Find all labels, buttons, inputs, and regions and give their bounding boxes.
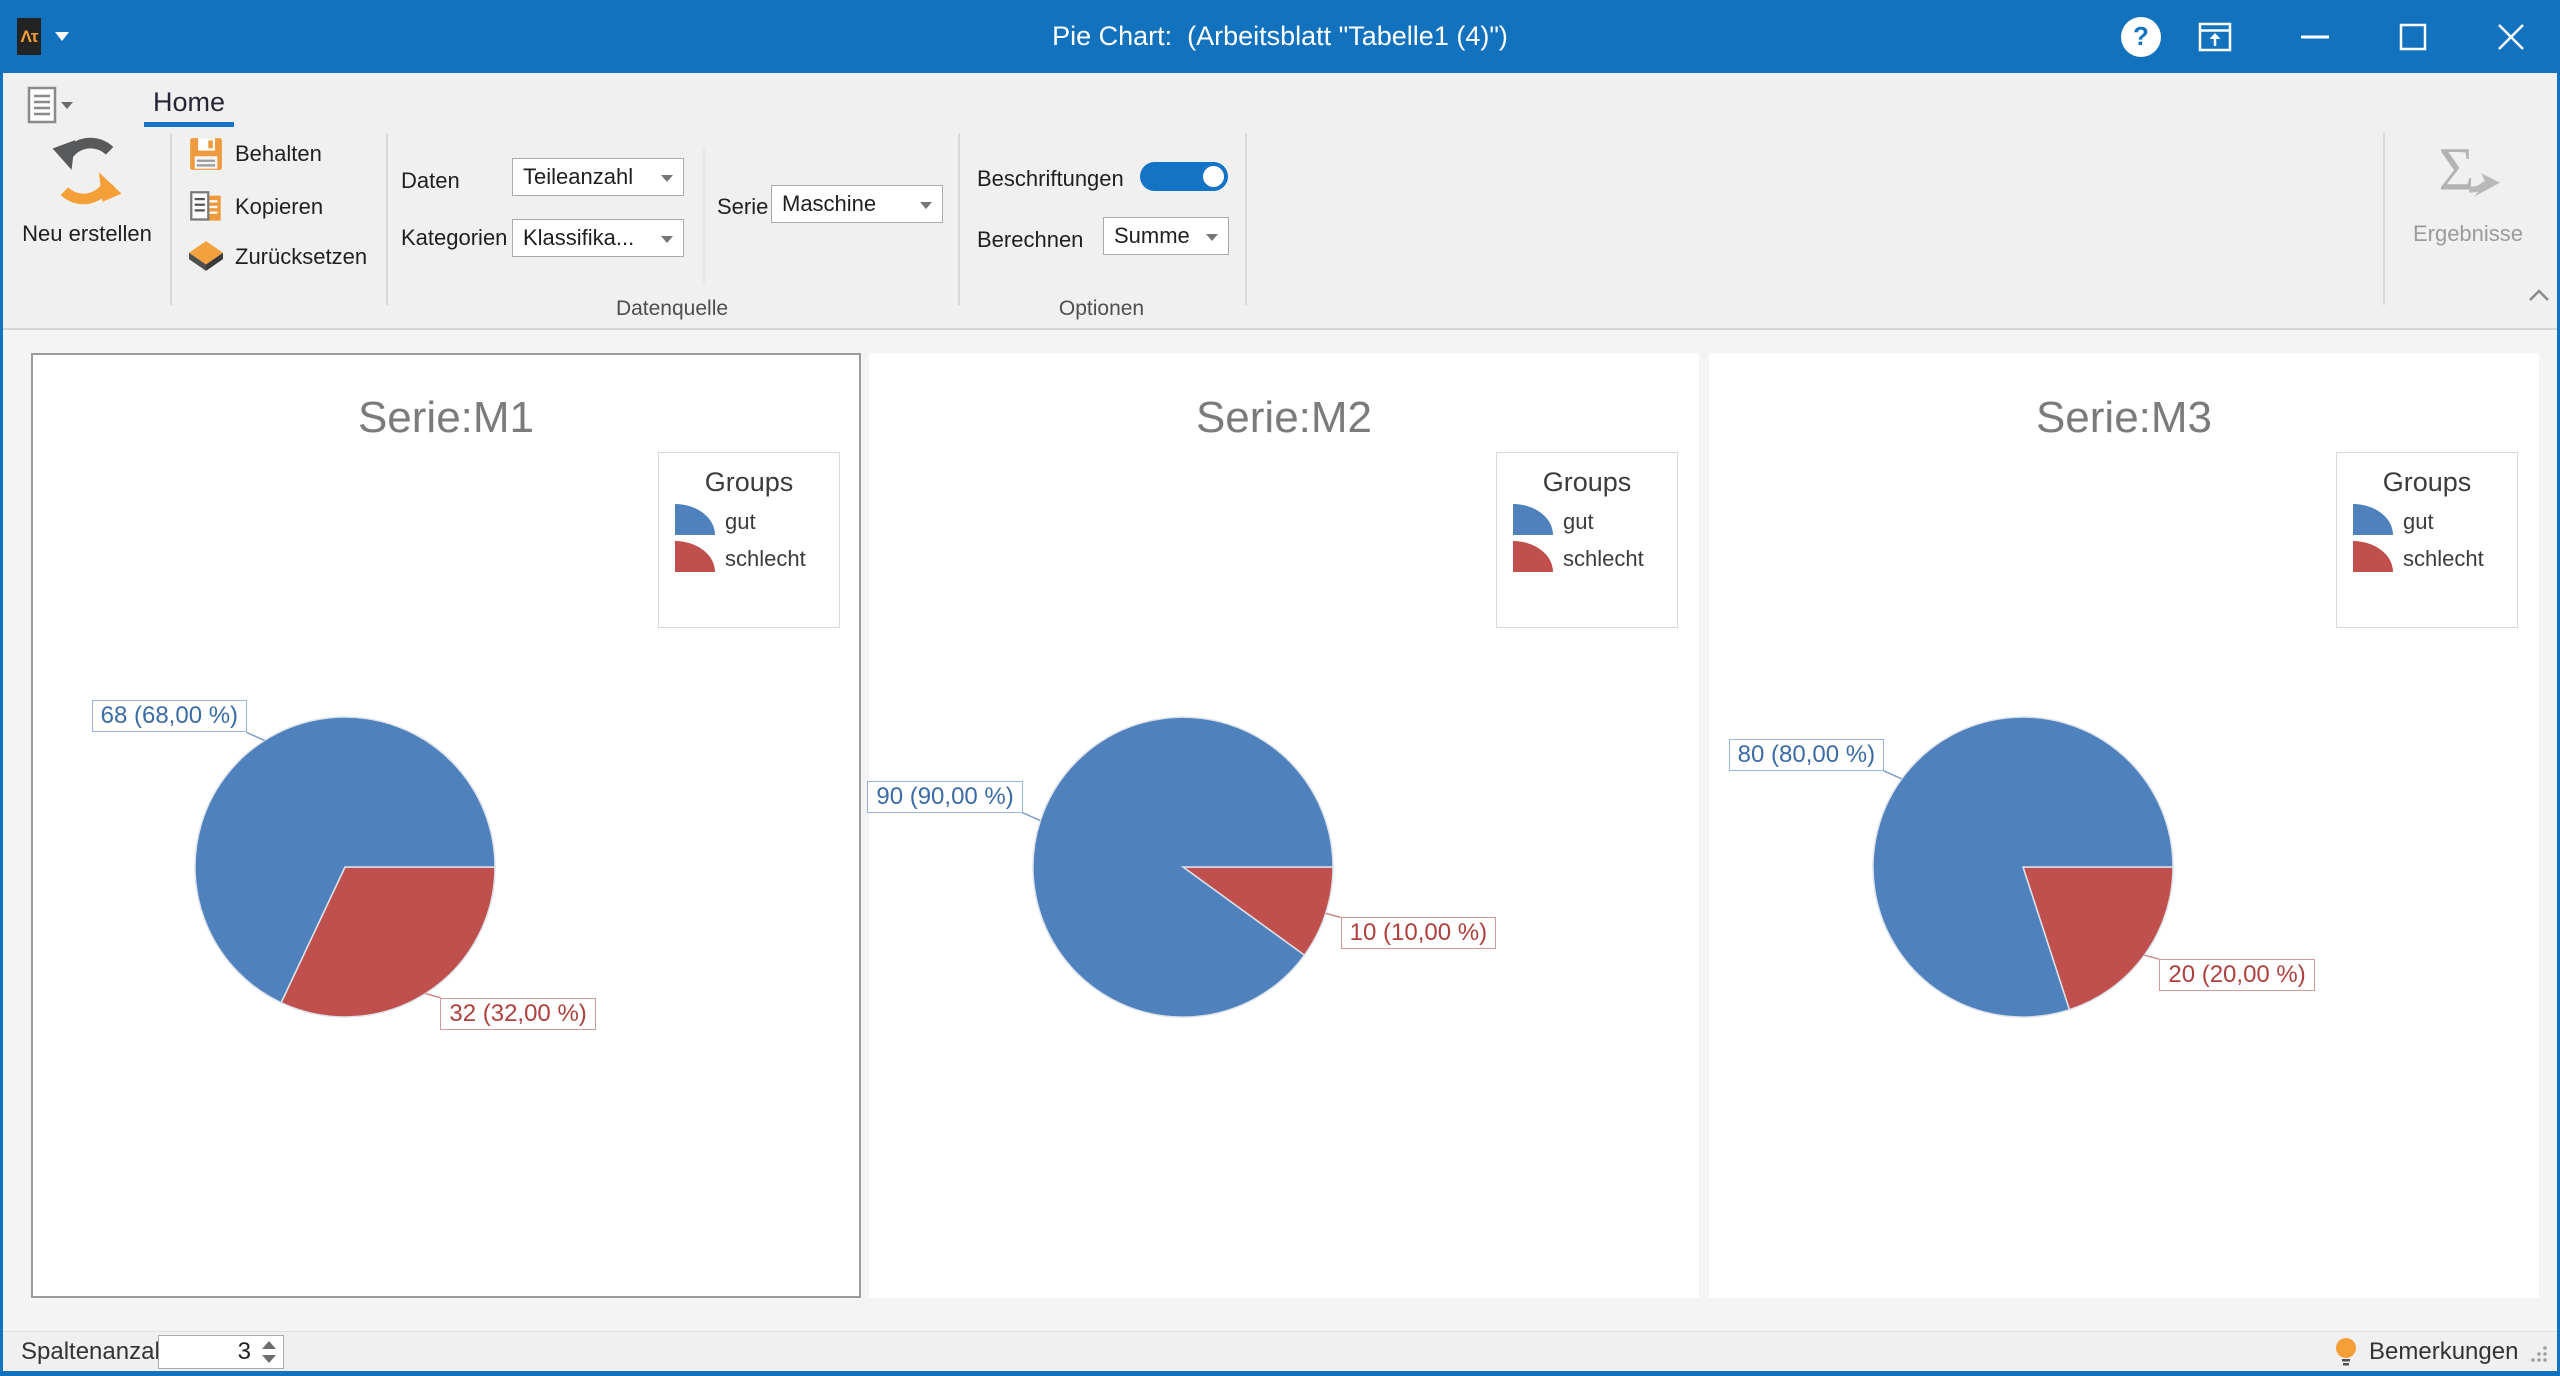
- ribbon-separator: [958, 133, 960, 305]
- lightbulb-icon: [2336, 1338, 2356, 1366]
- close-icon: [2498, 23, 2524, 50]
- collapse-ribbon-button[interactable]: [2527, 287, 2551, 308]
- group-optionen-label: Optionen: [1058, 297, 1145, 320]
- daten-value: Teileanzahl: [523, 164, 634, 189]
- save-icon: [190, 138, 222, 170]
- application-menu-button[interactable]: [27, 86, 77, 131]
- neu-erstellen-label: Neu erstellen: [22, 221, 152, 246]
- label-leader-line: [1021, 811, 1041, 822]
- copy-icon: [190, 191, 221, 221]
- bemerkungen-button[interactable]: [2333, 1337, 2359, 1371]
- berechnen-value: Summe: [1114, 223, 1190, 248]
- toggle-knob: [1203, 166, 1224, 187]
- label-leader-line: [1325, 912, 1341, 919]
- pie-value-label-schlecht: 10 (10,00 %): [1340, 917, 1497, 950]
- spinner-arrows: [259, 1338, 279, 1366]
- chart-panel-2[interactable]: Serie:M2 Groups gut schlecht 10 (10,00 %) 90 …: [867, 353, 1699, 1298]
- chart-panel-1[interactable]: Serie:M1 Groups gut schlecht 32 (32,00 %) 68 …: [31, 353, 861, 1298]
- minimize-button[interactable]: [2300, 0, 2330, 73]
- kategorien-value: Klassifika...: [523, 225, 635, 250]
- ergebnisse-label: Ergebnisse: [2412, 221, 2524, 246]
- bemerkungen-label[interactable]: Bemerkungen: [2369, 1338, 2518, 1366]
- window-title: Pie Chart: (Arbeitsblatt "Tabelle1 (4)"): [1052, 21, 1508, 51]
- pie-value-label-schlecht: 32 (32,00 %): [440, 997, 596, 1030]
- group-datenquelle-label: Datenquelle: [615, 297, 729, 320]
- beschriftungen-label: Beschriftungen: [977, 166, 1124, 191]
- serie-label: Serie: [717, 194, 769, 219]
- serie-dropdown[interactable]: Maschine: [771, 185, 943, 223]
- maximize-button[interactable]: [2398, 0, 2428, 73]
- kategorien-label: Kategorien: [401, 225, 508, 250]
- label-leader-line: [2144, 954, 2160, 960]
- help-button[interactable]: ?: [2121, 0, 2161, 73]
- kopieren-label: Kopieren: [235, 194, 324, 219]
- berechnen-dropdown[interactable]: Summe: [1103, 217, 1229, 255]
- behalten-label: Behalten: [235, 141, 322, 166]
- application-window: Λτ Pie Chart: (Arbeitsblatt "Tabelle1 (4…: [0, 0, 2560, 1376]
- spinner-up-icon[interactable]: [262, 1341, 276, 1349]
- chevron-down-icon: [1206, 234, 1218, 241]
- neu-erstellen-button[interactable]: Neu erstellen: [11, 133, 163, 247]
- chart-panel-3[interactable]: Serie:M3 Groups gut schlecht 20 (20,00 %) 80 …: [1709, 353, 2539, 1298]
- popout-window-icon: [2198, 22, 2232, 51]
- spaltenanzahl-label: Spaltenanzahl: [21, 1338, 174, 1365]
- tab-home[interactable]: Home: [146, 87, 232, 118]
- chevron-down-icon: [661, 236, 673, 243]
- ribbon-separator: [2383, 133, 2385, 305]
- resize-grip[interactable]: [2529, 1344, 2549, 1369]
- tab-home-underline: [144, 122, 234, 127]
- refresh-icon: [52, 137, 122, 205]
- zuruecksetzen-button[interactable]: Zurücksetzen: [189, 241, 367, 273]
- status-bar: Spaltenanzahl Bemerkungen: [3, 1331, 2557, 1371]
- document-menu-icon: [27, 86, 73, 124]
- behalten-button[interactable]: Behalten: [189, 137, 322, 171]
- grip-dots-icon: [2531, 1346, 2547, 1362]
- sigma-results-icon: Σ: [2438, 136, 2500, 204]
- eraser-icon: [189, 241, 223, 271]
- minimize-icon: [2301, 35, 2329, 38]
- label-leader-line: [1883, 770, 1902, 780]
- pie-slice-gut[interactable]: [1032, 716, 1334, 1018]
- close-button[interactable]: [2495, 0, 2527, 73]
- serie-value: Maschine: [782, 191, 877, 216]
- chevron-down-icon: [661, 175, 673, 182]
- berechnen-label: Berechnen: [977, 227, 1084, 252]
- pie-value-label-gut: 80 (80,00 %): [1728, 738, 1885, 771]
- pie-value-label-gut: 90 (90,00 %): [867, 780, 1023, 813]
- spaltenanzahl-input[interactable]: [159, 1336, 251, 1368]
- chevron-down-icon: [920, 202, 932, 209]
- maximize-icon: [2399, 23, 2427, 50]
- spaltenanzahl-spinner[interactable]: [158, 1335, 284, 1369]
- help-icon: ?: [2121, 16, 2161, 57]
- spinner-down-icon[interactable]: [262, 1355, 276, 1363]
- pie-value-label-schlecht: 20 (20,00 %): [2159, 959, 2315, 992]
- ribbon-separator: [386, 133, 388, 305]
- ribbon: Home Neu erstellen Behalten Kopieren Zur…: [3, 73, 2557, 330]
- ribbon-separator: [170, 133, 172, 305]
- kopieren-button[interactable]: Kopieren: [189, 190, 323, 224]
- kategorien-dropdown[interactable]: Klassifika...: [512, 219, 684, 257]
- daten-label: Daten: [401, 168, 460, 193]
- label-leader-line: [425, 992, 441, 999]
- zuruecksetzen-label: Zurücksetzen: [235, 244, 368, 269]
- title-bar: Λτ Pie Chart: (Arbeitsblatt "Tabelle1 (4…: [3, 0, 2557, 73]
- daten-dropdown[interactable]: Teileanzahl: [512, 158, 684, 196]
- document-area: Serie:M1 Groups gut schlecht 32 (32,00 %) 68 …: [3, 330, 2557, 1331]
- ribbon-separator: [703, 149, 705, 283]
- beschriftungen-toggle[interactable]: [1140, 162, 1228, 191]
- label-leader-line: [246, 731, 265, 742]
- popout-window-button[interactable]: [2197, 0, 2233, 73]
- ribbon-separator: [1245, 133, 1247, 305]
- pie-chart: [1021, 716, 1341, 1018]
- chevron-up-icon: [2529, 289, 2549, 301]
- pie-chart: [194, 716, 496, 1018]
- ergebnisse-button[interactable]: Σ Ergebnisse: [2388, 135, 2548, 247]
- pie-value-label-gut: 68 (68,00 %): [91, 700, 248, 733]
- svg-text:Σ: Σ: [2438, 136, 2474, 204]
- pie-chart: [1872, 716, 2174, 1018]
